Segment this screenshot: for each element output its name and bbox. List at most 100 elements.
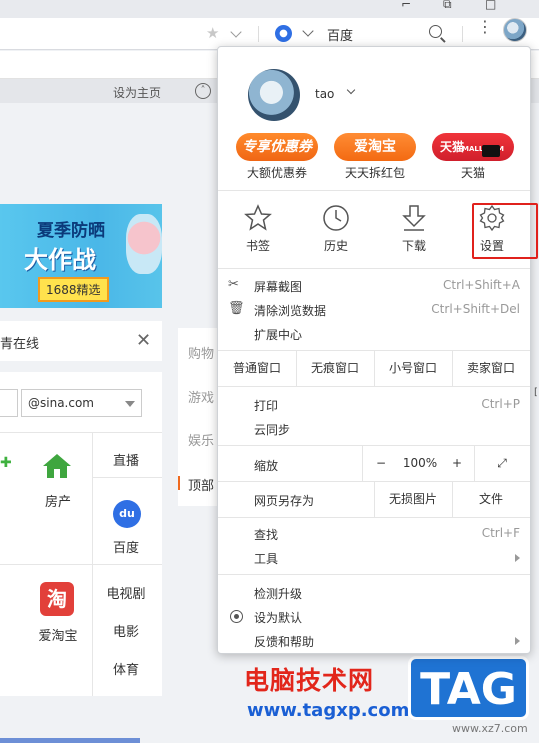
set-homepage-link[interactable]: 设为主页 [113,84,161,101]
save-file-button[interactable]: 文件 [452,484,530,514]
tmall-badge[interactable]: 天猫 TMALL.COM [432,133,514,161]
mail-domain-select[interactable]: @sina.com [21,389,142,417]
tip-panel: 青在线 ✕ [0,321,162,361]
divider [218,386,530,387]
banner-line2: 大作战 [24,246,96,274]
window-normal[interactable]: 普通窗口 [218,353,296,383]
divider [258,26,259,42]
promo-banner[interactable]: 夏季防晒 大作战 1688精选 [0,204,162,308]
menu-item-clear-data[interactable]: 清除浏览数据 [254,302,326,319]
coupon-badge[interactable]: 专享优惠券 [236,133,318,161]
tile-label[interactable]: 爱淘宝 [30,625,86,644]
save-no-image-button[interactable]: 无损图片 [374,484,452,514]
zoom-value: 100% [402,456,438,470]
bookmarks-button[interactable]: 书签 [228,203,288,254]
user-avatar[interactable] [248,69,300,121]
menu-item-save-as[interactable]: 网页另存为 [254,492,314,509]
baidu-paw-icon[interactable]: ● [275,25,292,42]
side-tab[interactable]: 购物 [188,343,214,362]
flower-image [126,214,162,274]
tool-label: 书签 [245,239,270,253]
download-icon [402,205,426,231]
menu-item-extensions[interactable]: 扩展中心 [254,326,302,343]
tile-label[interactable]: 百度 [98,537,154,556]
side-tab[interactable]: 游戏 [188,387,214,406]
tile-label[interactable]: 体育 [98,659,154,678]
window-small[interactable]: 小号窗口 [374,353,452,383]
chevron-down-icon[interactable] [230,26,242,38]
watermark-text: 电脑技术网 [244,666,375,695]
zoom-label: 缩放 [254,459,279,473]
scissors-icon: ✂ [228,277,239,292]
minimize-icon[interactable]: ⌐ [401,0,415,10]
page-bottom-strip [0,738,140,743]
engine-chevron-icon[interactable] [302,25,314,37]
divider [474,445,475,481]
downloads-button[interactable]: 下载 [384,203,444,254]
tile-label[interactable]: 电视剧 [98,583,154,602]
menu-item-screenshot[interactable]: 屏幕截图 [254,278,302,295]
bookmark-star-icon[interactable]: ★ [206,24,219,42]
browser-main-menu: tao 专享优惠券 爱淘宝 天猫 TMALL.COM 大额优惠券 天天拆红包 天… [217,46,538,654]
user-name[interactable]: tao [315,87,334,101]
tile-label[interactable]: 房产 [30,491,86,510]
restore-icon[interactable]: ⧉ [443,0,457,10]
plus-icon: ✚ [0,455,12,471]
trash-icon: 🗑 [228,301,245,316]
window-seller[interactable]: 卖家窗口 [452,353,530,383]
aitaobao-badge[interactable]: 爱淘宝 [334,133,416,161]
more-menu-icon[interactable]: ⋮ [477,19,493,35]
tile-label[interactable]: 直播 [98,450,154,469]
promo-label[interactable]: 天猫 [432,164,514,181]
menu-item-tools[interactable]: 工具 [254,550,278,567]
menu-item-find[interactable]: 查找 [254,526,278,543]
tool-label: 历史 [323,239,348,253]
divider [92,477,162,478]
divider [218,445,530,446]
mail-user-input[interactable] [0,389,18,417]
baidu-icon: du [113,500,141,528]
side-tab-active[interactable]: 顶部 [188,475,214,494]
highlight-box [472,203,538,259]
zoom-out-button[interactable]: − [370,448,392,478]
avatar[interactable] [503,18,527,42]
menu-item-print[interactable]: 打印 [254,397,278,414]
maximize-icon[interactable]: □ [485,0,499,10]
house-icon [43,454,71,478]
mail-domain-value: @sina.com [28,396,94,410]
clock-icon [323,205,349,231]
promo-label[interactable]: 天天拆红包 [334,164,416,181]
divider [0,432,162,433]
window-incognito[interactable]: 无痕窗口 [296,353,374,383]
watermark-small: www.xz7.com [452,722,528,735]
fullscreen-icon[interactable]: ⤢ [480,448,524,478]
divider [462,26,463,42]
zoom-in-button[interactable]: + [446,448,468,478]
default-radio-icon [230,610,243,623]
chevron-right-icon [515,637,520,645]
sites-panel: @sina.com [0,372,162,696]
shortcut-text: Ctrl+Shift+A [443,278,520,292]
divider [218,268,530,269]
chevron-right-icon [515,554,520,562]
search-icon[interactable] [429,25,442,38]
tip-text: 青在线 [0,337,40,352]
taobao-icon: 淘 [40,582,74,616]
menu-item-sync[interactable]: 云同步 [254,421,290,438]
promo-label[interactable]: 大额优惠券 [236,164,318,181]
watermark-badge: TAG [408,656,529,720]
side-tab[interactable]: 娱乐 [188,430,214,449]
history-button[interactable]: 历史 [306,203,366,254]
chevron-up-icon[interactable]: ˄ [195,83,211,99]
menu-item-update[interactable]: 检测升级 [254,585,302,602]
menu-item-set-default[interactable]: 设为默认 [254,609,302,626]
close-icon[interactable]: ✕ [136,330,151,351]
search-engine-name[interactable]: 百度 [327,25,353,44]
dropdown-arrow-icon [125,401,135,407]
menu-item-feedback[interactable]: 反馈和帮助 [254,633,314,650]
tile-label[interactable]: 电影 [98,621,154,640]
chevron-down-icon[interactable] [346,85,356,95]
active-indicator [178,476,180,490]
star-icon [244,204,272,231]
shortcut-text: Ctrl+F [481,526,520,540]
